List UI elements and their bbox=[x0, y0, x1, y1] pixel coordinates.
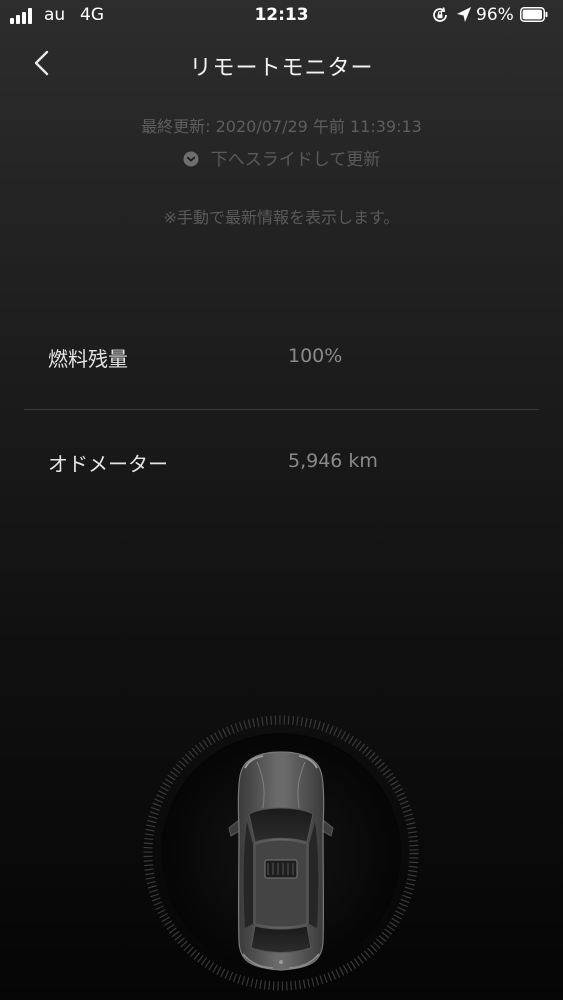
pull-hint-label: 下へスライドして更新 bbox=[210, 150, 381, 170]
car-top-view-image bbox=[143, 715, 419, 991]
navigation-bar: リモートモニター bbox=[0, 38, 563, 88]
fuel-level-row: 燃料残量 100% bbox=[24, 305, 539, 410]
page-title: リモートモニター bbox=[189, 56, 374, 81]
vehicle-graphic bbox=[139, 710, 423, 1000]
status-bar: au 4G 12:13 96% bbox=[0, 0, 563, 32]
odometer-label: オドメーター bbox=[48, 452, 168, 476]
fuel-level-label: 燃料残量 bbox=[48, 347, 128, 371]
battery-percentage: 96% bbox=[476, 5, 514, 25]
odometer-row: オドメーター 5,946 km bbox=[24, 410, 539, 514]
rotation-lock-icon bbox=[433, 7, 447, 22]
location-arrow-icon bbox=[457, 7, 471, 22]
battery-icon bbox=[520, 7, 548, 22]
last-updated-text: 最終更新: 2020/07/29 午前 11:39:13 bbox=[141, 117, 422, 136]
chevron-down-circle-icon bbox=[183, 151, 199, 167]
remote-monitor-screen: au 4G 12:13 96% リモートモニター 最終更新: 2020/07/2… bbox=[0, 0, 563, 1000]
pull-to-refresh-hint[interactable]: 下へスライドして更新 bbox=[0, 145, 563, 170]
odometer-value: 5,946 km bbox=[288, 450, 378, 472]
fuel-level-value: 100% bbox=[288, 345, 343, 367]
manual-refresh-note: ※手動で最新情報を表示します。 bbox=[163, 208, 400, 227]
